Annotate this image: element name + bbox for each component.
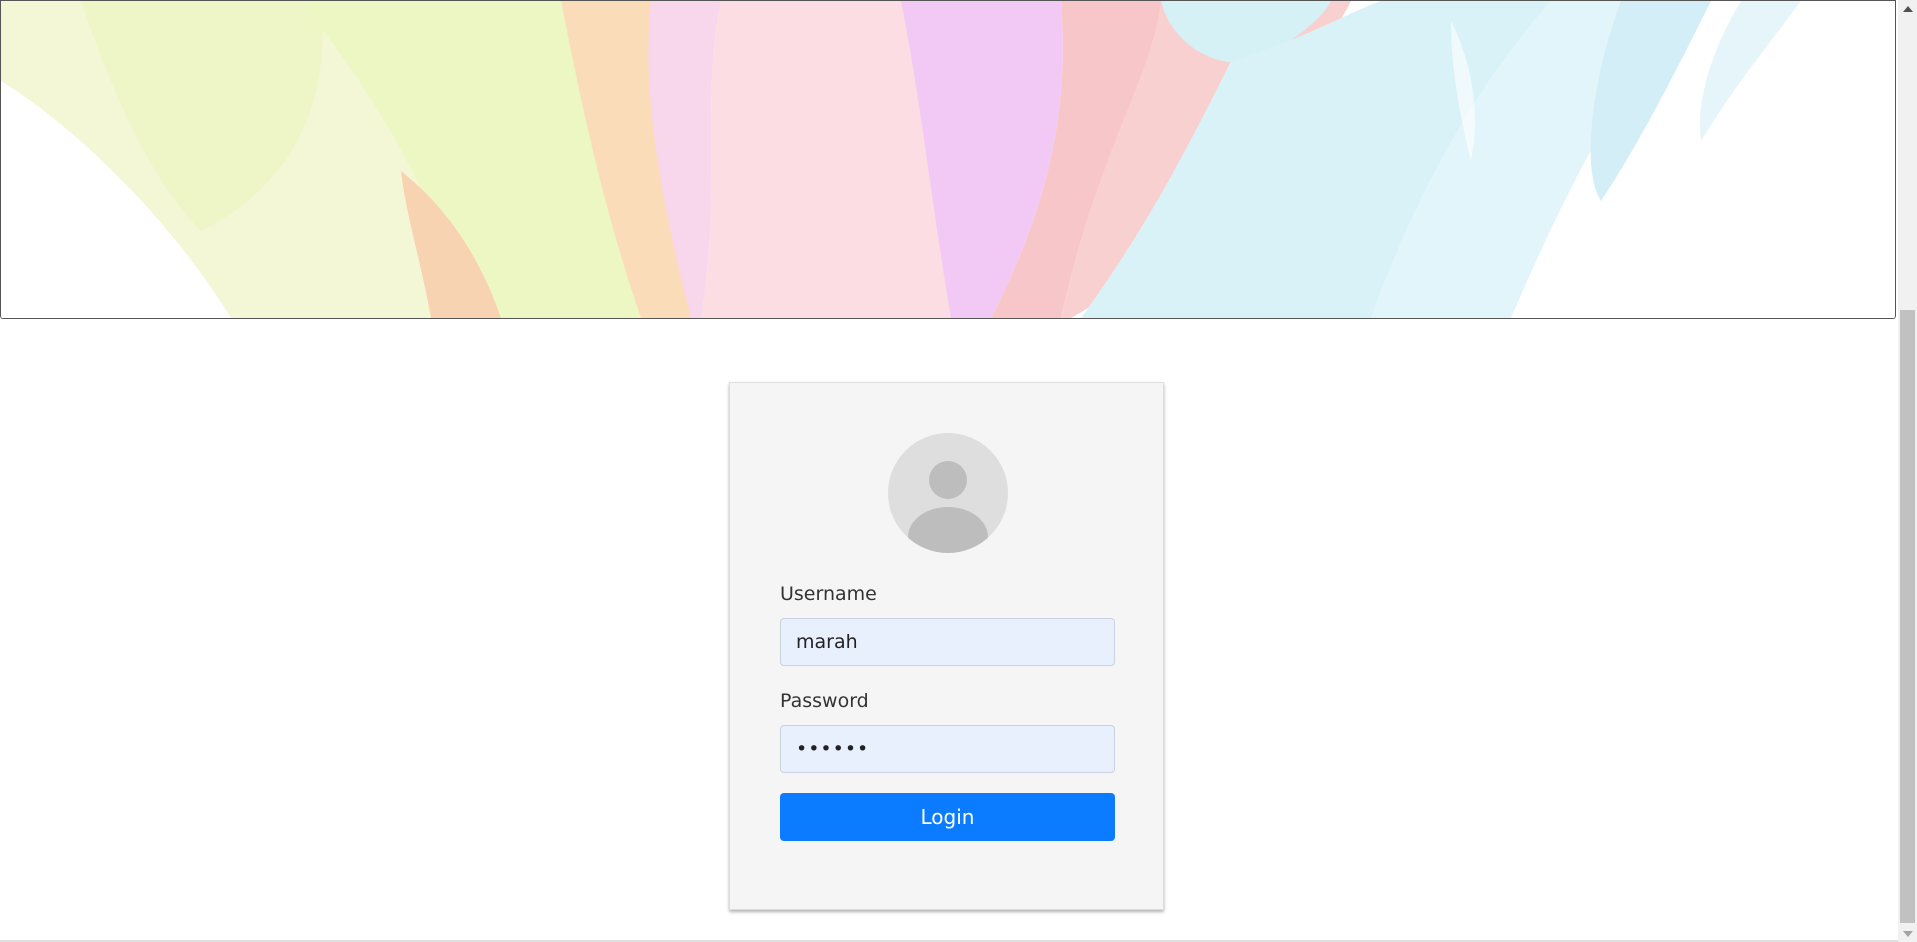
scrollbar-thumb[interactable] bbox=[1900, 310, 1915, 923]
paint-splash-banner bbox=[0, 0, 1896, 319]
vertical-scrollbar[interactable] bbox=[1898, 0, 1917, 942]
login-button[interactable]: Login bbox=[780, 793, 1115, 841]
login-card: Username Password Login bbox=[729, 382, 1164, 910]
scroll-up-arrow-icon[interactable] bbox=[1898, 0, 1917, 17]
password-label: Password bbox=[780, 690, 869, 712]
username-input[interactable] bbox=[780, 618, 1115, 666]
page: Username Password Login bbox=[0, 0, 1917, 942]
password-input[interactable] bbox=[780, 725, 1115, 773]
username-label: Username bbox=[780, 583, 877, 605]
user-avatar-icon bbox=[888, 433, 1008, 553]
paint-splash-image bbox=[1, 1, 1895, 318]
scroll-down-arrow-icon[interactable] bbox=[1898, 925, 1917, 942]
page-content: Username Password Login bbox=[0, 0, 1898, 942]
